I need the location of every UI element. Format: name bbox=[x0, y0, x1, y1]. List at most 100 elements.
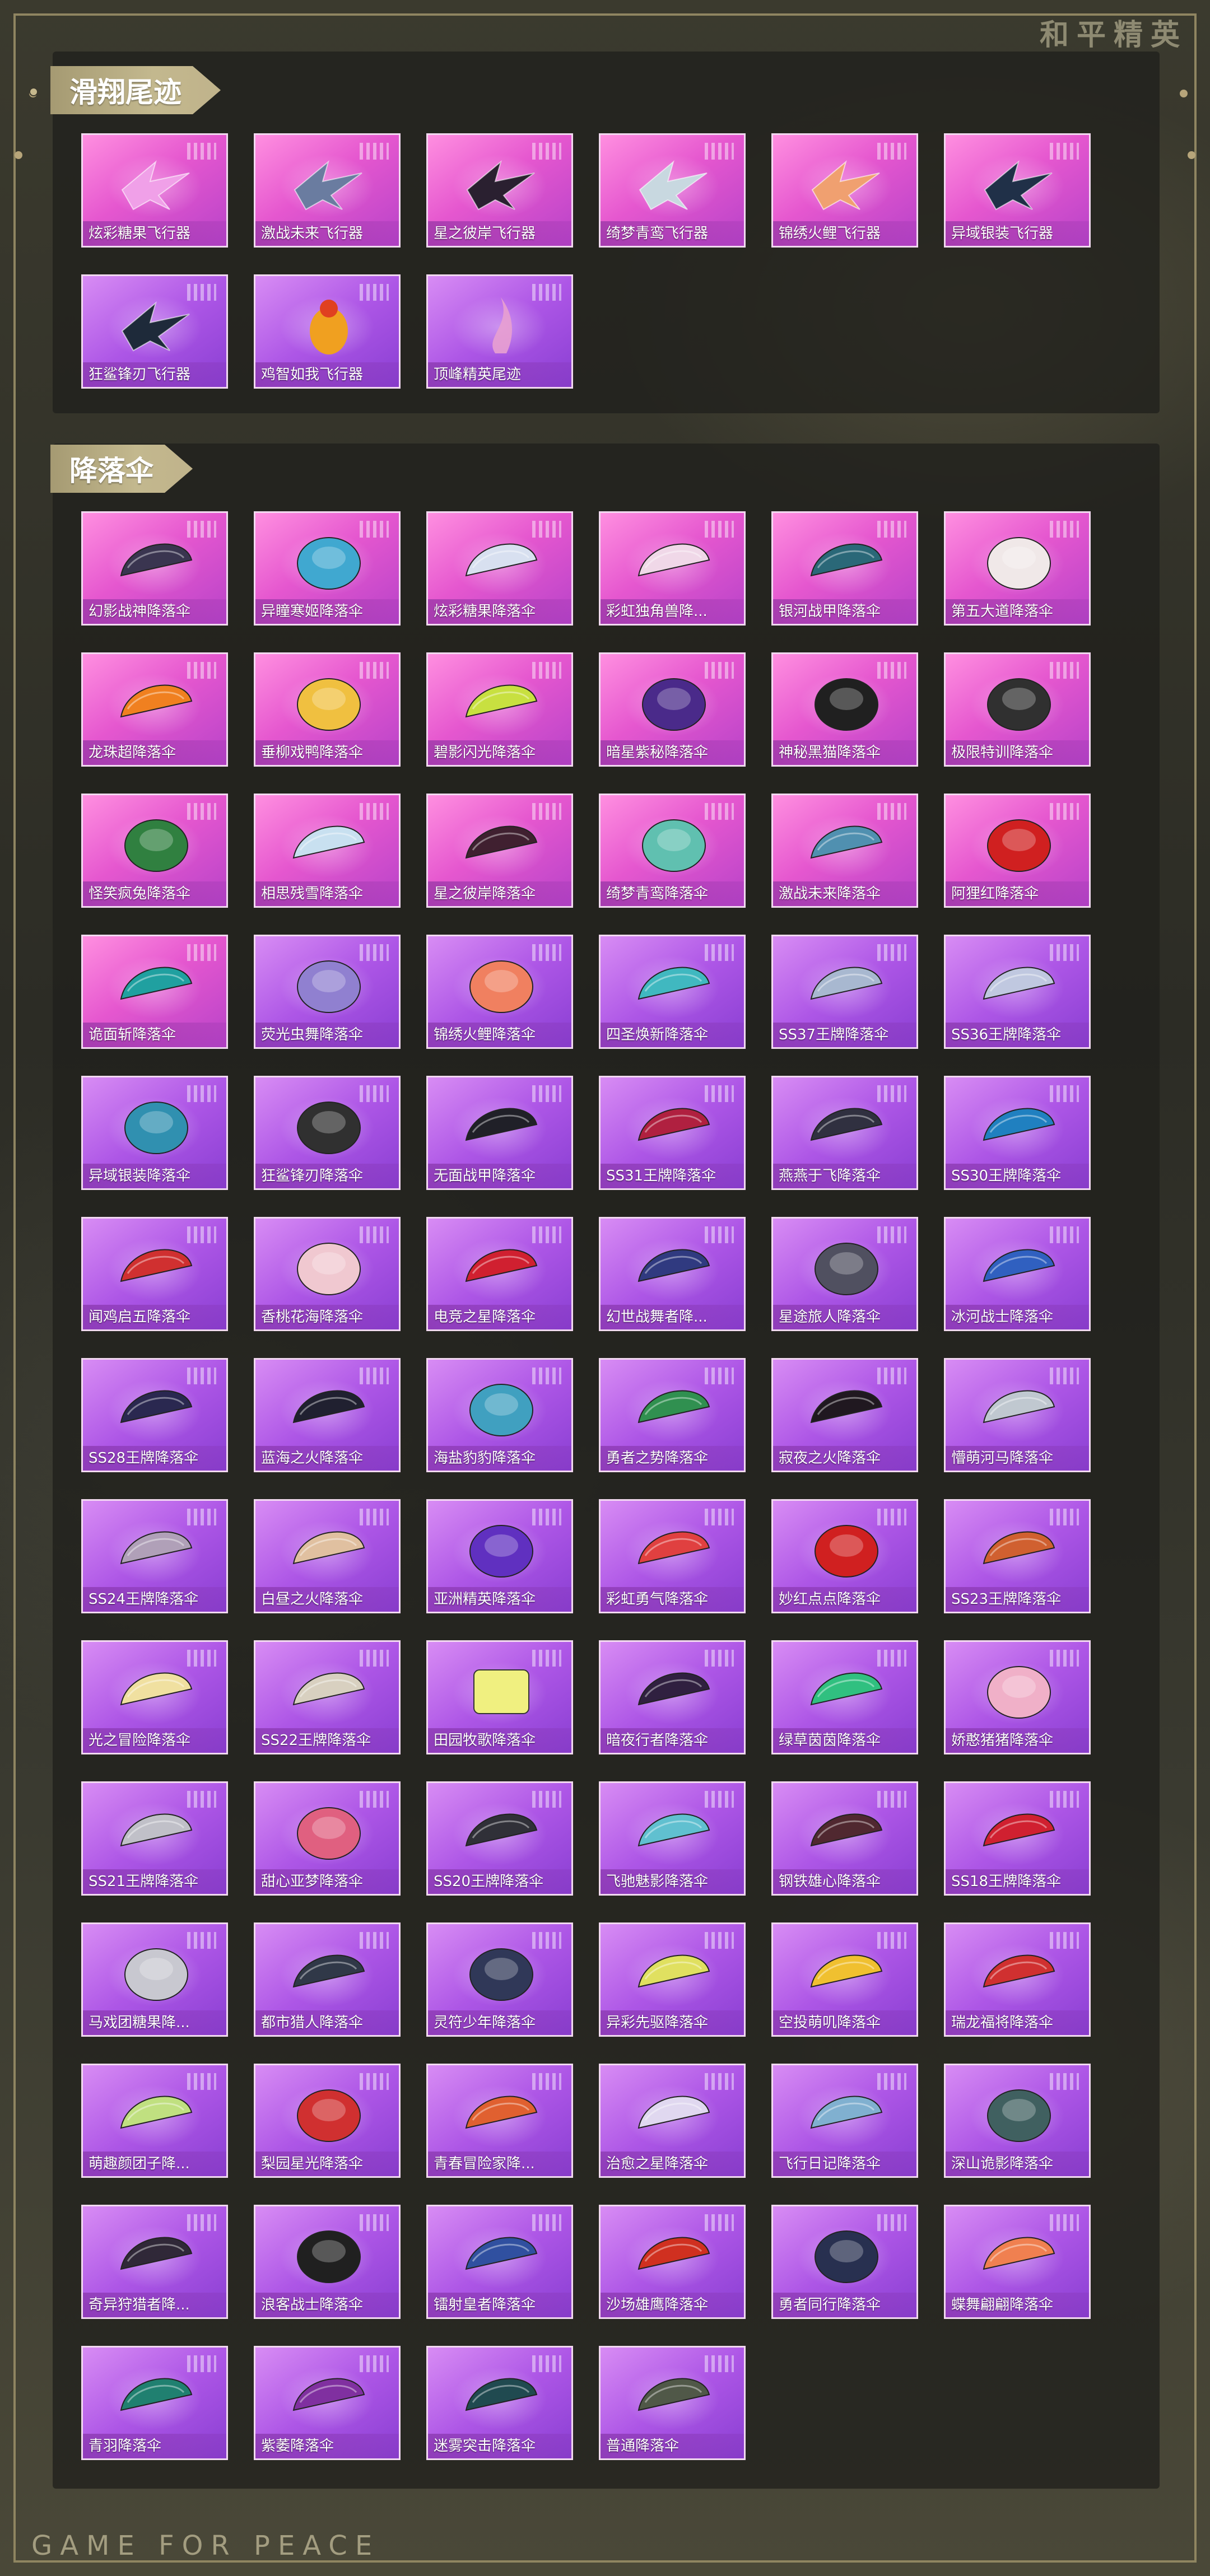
item-card[interactable]: 勇者之势降落伞 bbox=[599, 1358, 746, 1472]
item-card[interactable]: 田园牧歌降落伞 bbox=[426, 1640, 573, 1754]
item-card[interactable]: 星之彼岸飞行器 bbox=[426, 133, 573, 248]
item-card[interactable]: 彩虹独角兽降... bbox=[599, 511, 746, 626]
item-card[interactable]: 锦绣火鲤降落伞 bbox=[426, 935, 573, 1049]
item-card[interactable]: 炫彩糖果降落伞 bbox=[426, 511, 573, 626]
item-card[interactable]: 银河战甲降落伞 bbox=[771, 511, 918, 626]
parachute-icon bbox=[292, 2378, 365, 2411]
item-card[interactable]: 青羽降落伞 bbox=[81, 2346, 228, 2460]
item-card[interactable]: 第五大道降落伞 bbox=[944, 511, 1091, 626]
item-card[interactable]: 碧影闪光降落伞 bbox=[426, 652, 573, 767]
item-card[interactable]: 亚洲精英降落伞 bbox=[426, 1499, 573, 1613]
item-card[interactable]: 懵萌河马降落伞 bbox=[944, 1358, 1091, 1472]
item-card[interactable]: 深山诡影降落伞 bbox=[944, 2064, 1091, 2178]
item-card[interactable]: 娇憨猪猪降落伞 bbox=[944, 1640, 1091, 1754]
item-card[interactable]: 马戏团糖果降... bbox=[81, 1922, 228, 2037]
item-card[interactable]: 海盐豹豹降落伞 bbox=[426, 1358, 573, 1472]
item-card[interactable]: 钢铁雄心降落伞 bbox=[771, 1781, 918, 1896]
item-card[interactable]: 萌趣颜团子降... bbox=[81, 2064, 228, 2178]
item-card[interactable]: 燕燕于飞降落伞 bbox=[771, 1076, 918, 1190]
item-card[interactable]: 炫彩糖果飞行器 bbox=[81, 133, 228, 248]
item-card[interactable]: 无面战甲降落伞 bbox=[426, 1076, 573, 1190]
item-card[interactable]: 勇者同行降落伞 bbox=[771, 2205, 918, 2319]
item-card[interactable]: SS31王牌降落伞 bbox=[599, 1076, 746, 1190]
item-card[interactable]: 电竞之星降落伞 bbox=[426, 1217, 573, 1331]
item-card[interactable]: 蓝海之火降落伞 bbox=[254, 1358, 401, 1472]
parachute-round-icon bbox=[297, 1243, 361, 1295]
item-card[interactable]: 阿狸红降落伞 bbox=[944, 794, 1091, 908]
item-card[interactable]: 狂鲨锋刃飞行器 bbox=[81, 274, 228, 389]
item-card[interactable]: 暗夜行者降落伞 bbox=[599, 1640, 746, 1754]
item-card[interactable]: 飞驰魅影降落伞 bbox=[599, 1781, 746, 1896]
item-card[interactable]: SS20王牌降落伞 bbox=[426, 1781, 573, 1896]
item-card[interactable]: 怪笑疯兔降落伞 bbox=[81, 794, 228, 908]
item-card[interactable]: 星途旅人降落伞 bbox=[771, 1217, 918, 1331]
item-card[interactable]: 异彩先驱降落伞 bbox=[599, 1922, 746, 2037]
item-card[interactable]: 极限特训降落伞 bbox=[944, 652, 1091, 767]
item-card[interactable]: 都市猎人降落伞 bbox=[254, 1922, 401, 2037]
parachute-round-icon bbox=[987, 1666, 1051, 1719]
item-card[interactable]: 浪客战士降落伞 bbox=[254, 2205, 401, 2319]
item-card[interactable]: SS24王牌降落伞 bbox=[81, 1499, 228, 1613]
item-card[interactable]: 迷雾突击降落伞 bbox=[426, 2346, 573, 2460]
item-card[interactable]: 狂鲨锋刃降落伞 bbox=[254, 1076, 401, 1190]
item-card[interactable]: 相思残雪降落伞 bbox=[254, 794, 401, 908]
item-card[interactable]: 绮梦青鸾飞行器 bbox=[599, 133, 746, 248]
item-card[interactable]: 飞行日记降落伞 bbox=[771, 2064, 918, 2178]
item-card[interactable]: 青春冒险家降... bbox=[426, 2064, 573, 2178]
item-card[interactable]: 治愈之星降落伞 bbox=[599, 2064, 746, 2178]
item-card[interactable]: 白昼之火降落伞 bbox=[254, 1499, 401, 1613]
item-card[interactable]: 暗星紫秘降落伞 bbox=[599, 652, 746, 767]
item-card[interactable]: 星之彼岸降落伞 bbox=[426, 794, 573, 908]
item-card[interactable]: 诡面斩降落伞 bbox=[81, 935, 228, 1049]
item-card[interactable]: 幻影战神降落伞 bbox=[81, 511, 228, 626]
item-card[interactable]: 神秘黑猫降落伞 bbox=[771, 652, 918, 767]
item-card[interactable]: 顶峰精英尾迹 bbox=[426, 274, 573, 389]
item-card[interactable]: 绿草茵茵降落伞 bbox=[771, 1640, 918, 1754]
item-card[interactable]: SS30王牌降落伞 bbox=[944, 1076, 1091, 1190]
item-card[interactable]: 四圣焕新降落伞 bbox=[599, 935, 746, 1049]
item-card[interactable]: 香桃花海降落伞 bbox=[254, 1217, 401, 1331]
item-card[interactable]: 异域银装飞行器 bbox=[944, 133, 1091, 248]
item-card[interactable]: SS23王牌降落伞 bbox=[944, 1499, 1091, 1613]
item-card[interactable]: SS28王牌降落伞 bbox=[81, 1358, 228, 1472]
item-card[interactable]: SS22王牌降落伞 bbox=[254, 1640, 401, 1754]
item-card[interactable]: 瑞龙福将降落伞 bbox=[944, 1922, 1091, 2037]
item-card[interactable]: 沙场雄鹰降落伞 bbox=[599, 2205, 746, 2319]
item-card[interactable]: SS18王牌降落伞 bbox=[944, 1781, 1091, 1896]
item-card[interactable]: 蝶舞翩翩降落伞 bbox=[944, 2205, 1091, 2319]
item-card[interactable]: 异瞳寒姬降落伞 bbox=[254, 511, 401, 626]
item-card[interactable]: 寂夜之火降落伞 bbox=[771, 1358, 918, 1472]
parachute-round-icon bbox=[124, 1948, 188, 2001]
item-card[interactable]: 激战未来飞行器 bbox=[254, 133, 401, 248]
item-card[interactable]: 垂柳戏鸭降落伞 bbox=[254, 652, 401, 767]
item-card[interactable]: 幻世战舞者降... bbox=[599, 1217, 746, 1331]
item-card[interactable]: 梨园星光降落伞 bbox=[254, 2064, 401, 2178]
item-card[interactable]: 空投萌叽降落伞 bbox=[771, 1922, 918, 2037]
glider-icon bbox=[121, 160, 190, 211]
item-card[interactable]: 异域银装降落伞 bbox=[81, 1076, 228, 1190]
item-card[interactable]: 妙红点点降落伞 bbox=[771, 1499, 918, 1613]
item-card[interactable]: SS37王牌降落伞 bbox=[771, 935, 918, 1049]
item-name: 狂鲨锋刃飞行器 bbox=[83, 362, 226, 387]
item-card[interactable]: 鸡智如我飞行器 bbox=[254, 274, 401, 389]
item-card[interactable]: 锦绣火鲤飞行器 bbox=[771, 133, 918, 248]
item-card[interactable]: 彩虹勇气降落伞 bbox=[599, 1499, 746, 1613]
item-card[interactable]: 绮梦青鸾降落伞 bbox=[599, 794, 746, 908]
item-card[interactable]: SS21王牌降落伞 bbox=[81, 1781, 228, 1896]
item-card[interactable]: 闻鸡启五降落伞 bbox=[81, 1217, 228, 1331]
item-name: 极限特训降落伞 bbox=[946, 740, 1089, 765]
item-card[interactable]: 荧光虫舞降落伞 bbox=[254, 935, 401, 1049]
item-card[interactable]: 甜心亚梦降落伞 bbox=[254, 1781, 401, 1896]
item-card[interactable]: 奇异狩猎者降... bbox=[81, 2205, 228, 2319]
item-card[interactable]: 光之冒险降落伞 bbox=[81, 1640, 228, 1754]
item-card[interactable]: 冰河战士降落伞 bbox=[944, 1217, 1091, 1331]
item-card[interactable]: 激战未来降落伞 bbox=[771, 794, 918, 908]
parachute-round-icon bbox=[124, 1102, 188, 1154]
item-card[interactable]: 灵符少年降落伞 bbox=[426, 1922, 573, 2037]
item-card[interactable]: 紫萎降落伞 bbox=[254, 2346, 401, 2460]
item-card[interactable]: SS36王牌降落伞 bbox=[944, 935, 1091, 1049]
item-card[interactable]: 普通降落伞 bbox=[599, 2346, 746, 2460]
item-card[interactable]: 龙珠超降落伞 bbox=[81, 652, 228, 767]
item-card[interactable]: 镭射皇者降落伞 bbox=[426, 2205, 573, 2319]
item-name: 彩虹独角兽降... bbox=[601, 599, 744, 624]
